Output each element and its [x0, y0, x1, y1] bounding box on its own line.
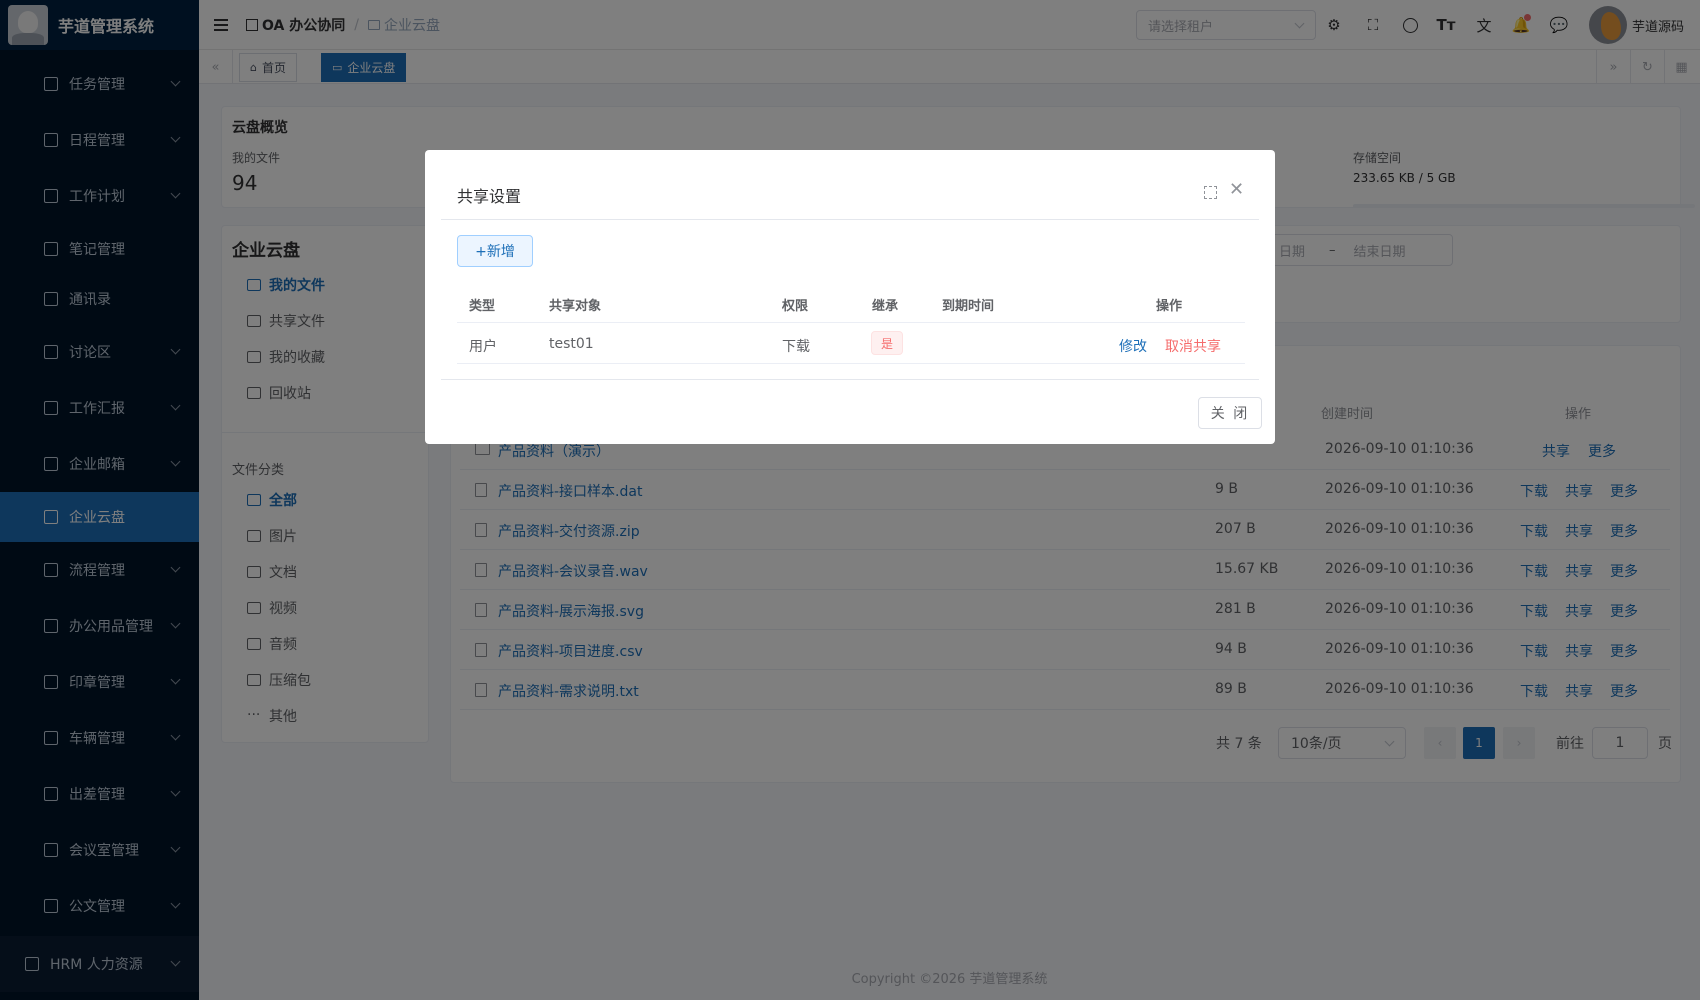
col-header-actions: 操作: [1156, 299, 1183, 314]
dialog-footer-divider: [441, 379, 1259, 380]
inherit-badge: 是: [871, 331, 903, 355]
dialog-title: 共享设置: [457, 187, 522, 206]
share-target: test01: [549, 336, 594, 352]
share-settings-dialog: 共享设置 ✕ +新增 类型 共享对象 权限 继承 到期时间 操作 用户 test…: [425, 150, 1275, 444]
edit-share-link[interactable]: 修改: [1119, 336, 1147, 356]
cancel-share-link[interactable]: 取消共享: [1165, 336, 1221, 356]
dialog-header-divider: [441, 219, 1259, 220]
share-type: 用户: [469, 339, 497, 355]
fullscreen-icon[interactable]: [1204, 186, 1217, 199]
col-header-type: 类型: [469, 299, 496, 314]
col-header-inherit: 继承: [872, 299, 899, 314]
close-dialog-button[interactable]: 关 闭: [1198, 397, 1262, 429]
table-header-divider: [457, 322, 1245, 323]
share-permission: 下载: [782, 339, 810, 355]
table-row-divider: [457, 363, 1245, 364]
col-header-permission: 权限: [782, 299, 809, 314]
add-share-button[interactable]: +新增: [457, 235, 533, 267]
col-header-expire: 到期时间: [942, 299, 995, 314]
close-icon[interactable]: ✕: [1229, 180, 1244, 200]
col-header-target: 共享对象: [549, 299, 602, 314]
